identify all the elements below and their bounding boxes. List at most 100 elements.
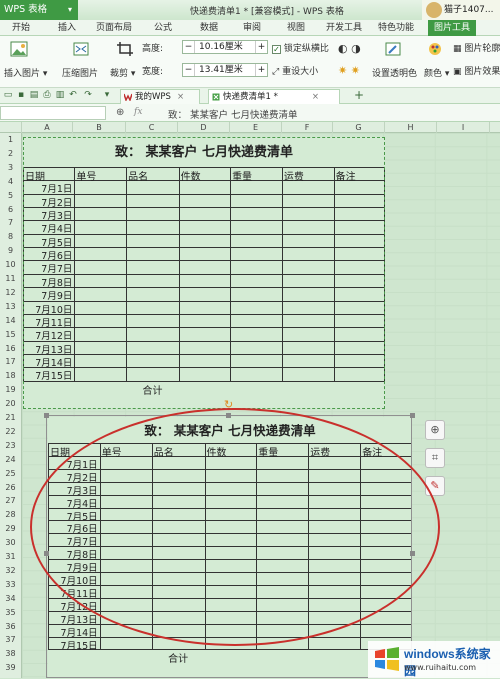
row-header-cell[interactable]: 1 (0, 135, 21, 144)
row-header-cell[interactable]: 25 (0, 469, 21, 478)
resize-handle[interactable] (410, 413, 415, 418)
row-header-cell[interactable]: 12 (0, 288, 21, 297)
row-header-cell[interactable]: 20 (0, 399, 21, 408)
picture-effects-button[interactable]: ▣ 图片效果 (453, 64, 500, 77)
row-header-cell[interactable]: 33 (0, 580, 21, 589)
row-header-cell[interactable]: 34 (0, 594, 21, 603)
column-header-cell[interactable]: E (230, 122, 282, 133)
redo-icon[interactable]: ↷ (83, 90, 93, 101)
row-header-cell[interactable]: 8 (0, 232, 21, 241)
account-button[interactable]: 猫子1407... (422, 0, 500, 20)
picture-outline-button[interactable]: ▦ 图片轮廓 (453, 41, 500, 54)
row-header-cell[interactable]: 36 (0, 622, 21, 631)
row-header-cell[interactable]: 19 (0, 385, 21, 394)
resize-handle[interactable] (44, 413, 49, 418)
menu-item-formulas[interactable]: 公式 (154, 20, 172, 36)
tab-my-wps[interactable]: 我的WPS × (120, 89, 200, 104)
column-header-cell[interactable]: B (73, 122, 126, 133)
row-header-cell[interactable]: 27 (0, 496, 21, 505)
brightness-icon[interactable]: ✷ ✷ (338, 64, 360, 77)
row-header-cell[interactable]: 15 (0, 330, 21, 339)
formula-input[interactable]: 致： 某某客户 七月快递费清单 (168, 107, 298, 121)
row-header-cell[interactable]: 35 (0, 608, 21, 617)
row-header-cell[interactable]: 2 (0, 149, 21, 158)
width-decrease-button[interactable]: − (183, 64, 195, 76)
menu-item-developer[interactable]: 开发工具 (326, 20, 362, 36)
save-icon[interactable]: ▪ (16, 90, 26, 101)
column-header-cell[interactable]: H (385, 122, 437, 133)
row-header-cell[interactable]: 4 (0, 177, 21, 186)
reset-size-button[interactable]: ⤢ 重设大小 (272, 64, 318, 77)
height-increase-button[interactable]: + (255, 41, 267, 53)
height-spinner[interactable]: − 10.16厘米 + (182, 40, 268, 54)
menu-item-picture-tools[interactable]: 图片工具 (428, 20, 477, 36)
lock-ratio-checkbox[interactable]: ✓ 锁定纵横比 (272, 41, 329, 54)
menu-item-home[interactable]: 开始 (12, 20, 30, 36)
row-header-cell[interactable]: 24 (0, 455, 21, 464)
zoom-in-icon[interactable]: ⊕ (425, 420, 445, 440)
close-icon[interactable]: × (177, 92, 184, 102)
row-header-cell[interactable]: 37 (0, 635, 21, 644)
column-header-cell[interactable]: C (126, 122, 178, 133)
row-header-cell[interactable]: 28 (0, 510, 21, 519)
column-header-cell[interactable]: G (333, 122, 385, 133)
row-header-cell[interactable]: 18 (0, 371, 21, 380)
row-header-cell[interactable]: 11 (0, 274, 21, 283)
crop-tool-icon[interactable]: ⌗ (425, 448, 445, 468)
row-header-cell[interactable]: 13 (0, 302, 21, 311)
row-header-cell[interactable]: 5 (0, 191, 21, 200)
row-header-cell[interactable]: 21 (0, 413, 21, 422)
row-header-cell[interactable]: 10 (0, 260, 21, 269)
menu-item-data[interactable]: 数据 (200, 20, 218, 36)
color-button[interactable]: 颜色 ▾ (424, 66, 449, 79)
close-icon[interactable]: × (312, 92, 319, 102)
column-header-cell[interactable]: A (22, 122, 73, 133)
row-header-cell[interactable]: 17 (0, 357, 21, 366)
row-header-cell[interactable]: 23 (0, 441, 21, 450)
row-header-cell[interactable]: 39 (0, 663, 21, 672)
row-header-cell[interactable]: 9 (0, 246, 21, 255)
menu-item-review[interactable]: 审阅 (243, 20, 261, 36)
width-spinner[interactable]: − 13.41厘米 + (182, 63, 268, 77)
app-menu-button[interactable]: WPS 表格 ▾ (0, 0, 78, 20)
column-header-cell[interactable]: D (178, 122, 230, 133)
row-header-cell[interactable]: 22 (0, 427, 21, 436)
crop-button[interactable]: 裁剪 ▾ (110, 66, 135, 79)
row-header-cell[interactable]: 26 (0, 483, 21, 492)
row-header-cell[interactable]: 38 (0, 649, 21, 658)
column-header-cell[interactable]: F (282, 122, 333, 133)
height-decrease-button[interactable]: − (183, 41, 195, 53)
contrast-icon[interactable]: ◐ ◑ (338, 42, 361, 55)
set-transparent-button[interactable]: 设置透明色 (372, 66, 417, 79)
row-header-cell[interactable]: 7 (0, 218, 21, 227)
select-all-corner[interactable] (0, 122, 22, 133)
row-header-cell[interactable]: 29 (0, 524, 21, 533)
compress-picture-button[interactable]: 压缩图片 (62, 66, 98, 79)
column-header-cell[interactable]: I (437, 122, 490, 133)
menu-item-view[interactable]: 视图 (287, 20, 305, 36)
tab-document[interactable]: 快递费清单1 * × (208, 89, 340, 104)
insert-picture-button[interactable]: 插入图片 ▾ (4, 66, 47, 79)
column-header: A B C D E F G H I (0, 122, 500, 133)
row-header-cell[interactable]: 16 (0, 344, 21, 353)
customize-dropdown-icon[interactable]: ▾ (102, 90, 112, 101)
width-increase-button[interactable]: + (255, 64, 267, 76)
fx-label[interactable]: fx (134, 107, 142, 117)
pdf-icon[interactable]: ▤ (29, 90, 39, 101)
row-header-cell[interactable]: 3 (0, 163, 21, 172)
print-icon[interactable]: ⎙ (42, 90, 52, 101)
menu-item-insert[interactable]: 插入 (58, 20, 76, 36)
print-preview-icon[interactable]: ▥ (55, 90, 65, 101)
menu-item-features[interactable]: 特色功能 (378, 20, 414, 36)
zoom-icon[interactable]: ⊕ (116, 107, 124, 118)
open-folder-icon[interactable]: ▭ (3, 90, 13, 101)
row-header-cell[interactable]: 14 (0, 316, 21, 325)
row-header-cell[interactable]: 32 (0, 566, 21, 575)
menu-item-page-layout[interactable]: 页面布局 (96, 20, 132, 36)
row-header-cell[interactable]: 6 (0, 205, 21, 214)
name-box[interactable] (0, 106, 106, 120)
undo-icon[interactable]: ↶ (68, 90, 78, 101)
row-header-cell[interactable]: 31 (0, 552, 21, 561)
row-header-cell[interactable]: 30 (0, 538, 21, 547)
new-tab-button[interactable]: + (354, 89, 364, 101)
